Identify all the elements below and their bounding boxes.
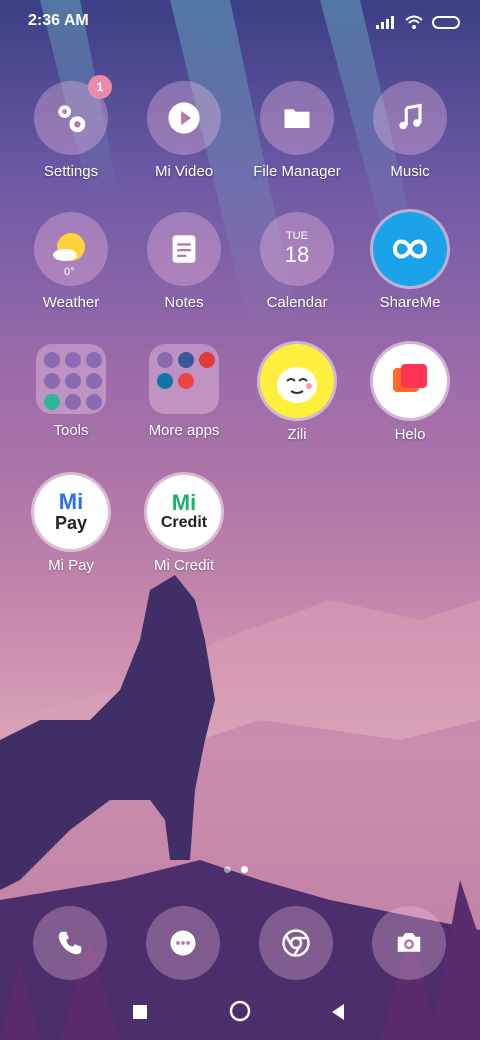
calendar-date: 18 bbox=[284, 242, 310, 267]
status-time: 2:36 AM bbox=[28, 12, 89, 29]
home-button-icon[interactable] bbox=[229, 1000, 251, 1022]
app-settings[interactable]: 1 Settings bbox=[15, 75, 127, 180]
page-indicator bbox=[224, 866, 248, 873]
dock-phone[interactable] bbox=[33, 906, 107, 980]
dock-camera[interactable] bbox=[372, 906, 446, 980]
weather-temp: 0° bbox=[64, 266, 75, 278]
camera-icon bbox=[397, 933, 421, 952]
status-icons bbox=[376, 12, 460, 32]
app-mi-pay[interactable]: Mi Pay Mi Pay bbox=[15, 475, 127, 574]
page-dot[interactable] bbox=[224, 866, 231, 873]
app-icon bbox=[44, 373, 60, 389]
app-shareme[interactable]: ShareMe bbox=[354, 212, 466, 311]
messages-icon bbox=[170, 930, 196, 956]
app-label: Helo bbox=[394, 426, 426, 443]
app-weather[interactable]: 0° Weather bbox=[15, 212, 127, 311]
dock bbox=[0, 906, 480, 986]
app-music[interactable]: Music bbox=[354, 81, 466, 180]
phone-icon bbox=[58, 931, 82, 955]
app-zili[interactable]: Zili bbox=[241, 344, 353, 443]
app-notes[interactable]: Notes bbox=[128, 212, 240, 311]
sun-cloud-icon bbox=[53, 233, 85, 261]
app-label: More apps bbox=[148, 422, 220, 439]
app-label: Music bbox=[390, 163, 430, 180]
app-icon bbox=[86, 373, 102, 389]
notification-badge: 1 bbox=[88, 75, 112, 99]
app-label: ShareMe bbox=[379, 294, 441, 311]
app-label: Settings bbox=[43, 163, 99, 180]
app-label: Mi Video bbox=[154, 163, 214, 180]
app-label: File Manager bbox=[253, 163, 341, 180]
folder-tools[interactable]: Tools bbox=[15, 344, 127, 439]
app-icon bbox=[44, 394, 60, 410]
mi-logo: Mi bbox=[58, 489, 84, 514]
chat-bubbles-icon bbox=[393, 364, 427, 392]
folder-more-apps[interactable]: More apps bbox=[128, 344, 240, 439]
dock-messages[interactable] bbox=[146, 906, 220, 980]
app-file-manager[interactable]: File Manager bbox=[241, 81, 353, 180]
app-label: Calendar bbox=[266, 294, 328, 311]
folder-grid bbox=[149, 344, 219, 414]
contacts-icon bbox=[44, 352, 60, 368]
gear-icon bbox=[58, 105, 86, 133]
app-icon bbox=[65, 394, 81, 410]
app-icon bbox=[65, 352, 81, 368]
dock-browser[interactable] bbox=[259, 906, 333, 980]
linkedin-icon bbox=[157, 373, 173, 389]
app-label: Weather bbox=[42, 294, 100, 311]
app-icon bbox=[86, 394, 102, 410]
browser-icon bbox=[282, 929, 310, 957]
mi-logo: Mi bbox=[171, 490, 197, 515]
status-bar: 2:36 AM bbox=[0, 0, 480, 44]
credit-logo: Credit bbox=[160, 514, 208, 531]
play-icon bbox=[168, 102, 200, 134]
folder-icon bbox=[284, 109, 310, 128]
app-helo[interactable]: Helo bbox=[354, 344, 466, 443]
note-icon bbox=[172, 235, 196, 263]
battery-icon bbox=[432, 15, 460, 29]
pay-logo: Pay bbox=[54, 513, 88, 533]
app-mi-credit[interactable]: Mi Credit Mi Credit bbox=[128, 475, 240, 574]
wps-icon bbox=[199, 352, 215, 368]
facebook-icon bbox=[178, 352, 194, 368]
back-button-icon[interactable] bbox=[330, 1003, 346, 1021]
app-calendar[interactable]: TUE 18 Calendar bbox=[241, 212, 353, 311]
signal-icon bbox=[376, 16, 394, 29]
app-label: Mi Pay bbox=[48, 557, 94, 574]
app-icon bbox=[157, 352, 173, 368]
wifi-icon bbox=[405, 15, 423, 29]
app-mi-video[interactable]: Mi Video bbox=[128, 81, 240, 180]
app-icon bbox=[178, 373, 194, 389]
app-label: Mi Credit bbox=[153, 557, 214, 574]
folder-grid bbox=[36, 344, 106, 414]
calendar-day: TUE bbox=[286, 230, 308, 242]
app-label: Tools bbox=[53, 422, 89, 439]
recents-button-icon[interactable] bbox=[132, 1004, 148, 1020]
music-note-icon bbox=[399, 103, 422, 130]
app-label: Notes bbox=[164, 294, 204, 311]
app-icon bbox=[65, 373, 81, 389]
smiley-face-icon bbox=[277, 367, 317, 403]
page-dot-active[interactable] bbox=[241, 866, 248, 873]
navigation-bar bbox=[0, 990, 480, 1040]
infinity-icon bbox=[392, 239, 428, 259]
app-icon bbox=[86, 352, 102, 368]
app-label: Zili bbox=[287, 426, 307, 443]
